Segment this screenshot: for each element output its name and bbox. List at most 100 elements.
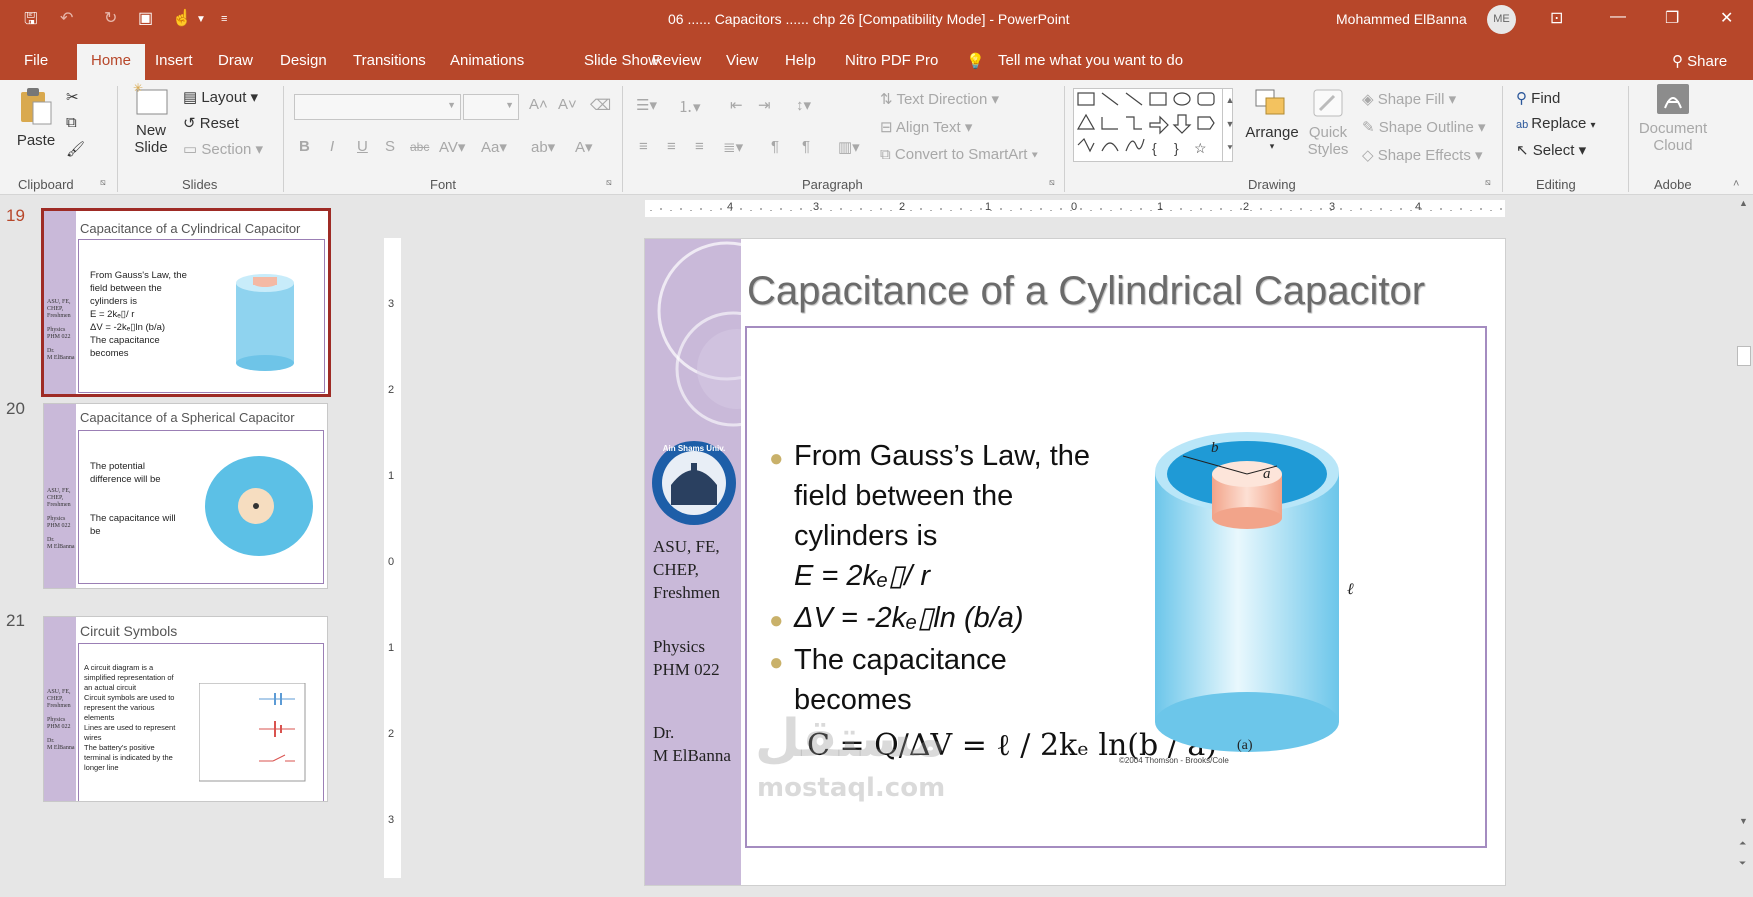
layout-button[interactable]: ▤ Layout ▾ xyxy=(183,88,258,106)
tab-home[interactable]: Home xyxy=(77,44,146,80)
undo-icon[interactable]: ↶ xyxy=(60,8,73,28)
avatar[interactable]: ME xyxy=(1487,5,1516,34)
new-slide-button[interactable]: ✳ New Slide xyxy=(128,81,174,156)
tab-review[interactable]: Review xyxy=(652,52,701,69)
scroll-up-icon[interactable]: ▲ xyxy=(1739,198,1748,208)
convert-smartart-button[interactable]: ⧉ Convert to SmartArt ▾ xyxy=(880,146,1038,163)
increase-indent-icon[interactable]: ⇥ xyxy=(758,96,771,114)
shape-outline-button[interactable]: ✎ Shape Outline ▾ xyxy=(1362,118,1486,136)
clear-formatting-icon[interactable]: ⌫ xyxy=(590,96,611,114)
find-button[interactable]: ⚲ Find xyxy=(1516,89,1560,107)
align-right-icon[interactable]: ≡ xyxy=(695,138,704,155)
tab-slide-show[interactable]: Slide Show xyxy=(584,52,659,69)
content-placeholder[interactable]: ● From Gauss’s Law, the field between th… xyxy=(745,326,1487,848)
text-direction-button[interactable]: ⇅ Text Direction ▾ xyxy=(880,90,999,108)
replace-button[interactable]: ab Replace ▾ xyxy=(1516,115,1596,132)
columns-icon[interactable]: ▥▾ xyxy=(838,138,860,156)
current-slide[interactable]: Ain Shams Univ. ASU, FE, CHEP, Freshmen … xyxy=(644,238,1506,886)
highlight-icon[interactable]: ab▾ xyxy=(531,138,555,156)
sphere-thumb-image xyxy=(205,456,313,556)
tab-design[interactable]: Design xyxy=(280,52,327,69)
line-spacing-icon[interactable]: ↕▾ xyxy=(796,96,811,114)
document-cloud-button[interactable]: Document Cloud xyxy=(1636,82,1710,154)
text-shadow-icon[interactable]: S xyxy=(385,138,395,155)
copy-icon[interactable]: ⧉ xyxy=(66,114,77,131)
arrange-button[interactable]: Arrange ▾ xyxy=(1244,86,1300,152)
align-left-icon[interactable]: ≡ xyxy=(639,138,648,155)
bold-icon[interactable]: B xyxy=(299,138,310,155)
tab-transitions[interactable]: Transitions xyxy=(353,52,426,69)
save-icon[interactable]: 🖫 xyxy=(24,8,38,35)
shapes-gallery[interactable]: {} ☆ xyxy=(1073,88,1233,162)
tab-help[interactable]: Help xyxy=(785,52,816,69)
scroll-thumb[interactable] xyxy=(1737,346,1751,366)
bullets-icon[interactable]: ☰▾ xyxy=(636,96,657,114)
underline-icon[interactable]: U xyxy=(357,138,368,155)
present-icon[interactable]: ▣ xyxy=(138,8,153,28)
paragraph-launcher-icon[interactable]: ⧅ xyxy=(1049,177,1055,188)
slide-thumbnail-20[interactable]: Capacitance of a Spherical Capacitor The… xyxy=(43,403,328,589)
next-slide-icon[interactable]: ⏷ xyxy=(1739,858,1746,869)
slide-title[interactable]: Capacitance of a Cylindrical Capacitor xyxy=(747,269,1425,314)
horizontal-ruler[interactable]: 4 3 2 1 0 1 2 3 4 xyxy=(645,200,1505,217)
change-case-icon[interactable]: Aa▾ xyxy=(481,138,507,156)
italic-icon[interactable]: I xyxy=(330,138,334,155)
select-button[interactable]: ↖ Select ▾ xyxy=(1516,141,1586,159)
editor-scrollbar[interactable]: ▲ ▼ ⏶ ⏷ xyxy=(1735,196,1753,897)
format-painter-icon[interactable]: 🖌 xyxy=(66,140,85,158)
numbering-icon[interactable]: ⒈▾ xyxy=(678,96,701,117)
font-launcher-icon[interactable]: ⧅ xyxy=(606,177,612,188)
section-icon: ▭ xyxy=(183,141,202,158)
new-slide-icon: ✳ xyxy=(133,81,168,115)
tell-me-search[interactable]: Tell me what you want to do xyxy=(998,52,1183,69)
justify-icon[interactable]: ≣▾ xyxy=(723,138,743,156)
quick-styles-button[interactable]: Quick Styles xyxy=(1302,86,1354,158)
customize-qat-icon[interactable]: ≡ xyxy=(221,13,227,25)
grow-font-icon[interactable]: A˄ xyxy=(529,96,548,113)
ltr-icon[interactable]: ¶ xyxy=(771,138,779,155)
share-button[interactable]: ⚲ Share xyxy=(1672,52,1727,70)
tab-view[interactable]: View xyxy=(726,52,758,69)
shapes-scroll[interactable]: ▲ ▼ ⯆ xyxy=(1222,88,1237,162)
drawing-launcher-icon[interactable]: ⧅ xyxy=(1485,177,1491,188)
user-name[interactable]: Mohammed ElBanna xyxy=(1336,11,1467,27)
collapse-ribbon-icon[interactable]: ˄ xyxy=(1733,178,1739,190)
touch-mode-icon[interactable]: ☝ xyxy=(172,8,192,28)
ribbon-display-icon[interactable]: ⊡ xyxy=(1550,8,1563,28)
minimize-icon[interactable]: — xyxy=(1610,8,1626,26)
align-text-button[interactable]: ⊟ Align Text ▾ xyxy=(880,118,972,136)
scroll-down-icon[interactable]: ▼ xyxy=(1739,816,1748,826)
char-spacing-icon[interactable]: AV▾ xyxy=(439,138,465,156)
vertical-ruler[interactable]: 3 2 1 0 1 2 3 xyxy=(384,238,401,878)
align-center-icon[interactable]: ≡ xyxy=(667,138,676,155)
shape-effects-button[interactable]: ◇ Shape Effects ▾ xyxy=(1362,146,1483,164)
previous-slide-icon[interactable]: ⏶ xyxy=(1739,838,1746,849)
close-icon[interactable]: ✕ xyxy=(1720,8,1733,28)
font-color-icon[interactable]: A▾ xyxy=(575,138,593,156)
separator xyxy=(283,86,284,192)
tab-insert[interactable]: Insert xyxy=(155,52,193,69)
reset-button[interactable]: ↺ Reset xyxy=(183,114,239,132)
circuit-symbols-image xyxy=(199,683,306,782)
shape-fill-button[interactable]: ◈ Shape Fill ▾ xyxy=(1362,90,1456,108)
thumb-text: From Gauss's Law, the field between the … xyxy=(90,270,187,359)
shrink-font-icon[interactable]: A˅ xyxy=(558,96,577,113)
restore-icon[interactable]: ❐ xyxy=(1665,8,1679,28)
font-family-combo[interactable]: ▼ xyxy=(294,94,461,120)
tab-animations[interactable]: Animations xyxy=(450,52,524,69)
cut-icon[interactable]: ✂ xyxy=(66,88,79,106)
touch-dropdown-icon[interactable]: ▼ xyxy=(196,14,206,25)
slide-thumbnail-19[interactable]: Capacitance of a Cylindrical Capacitor F… xyxy=(41,208,331,397)
section-button[interactable]: ▭ Section ▾ xyxy=(183,140,263,158)
tab-file[interactable]: File xyxy=(24,52,48,69)
paste-button[interactable]: Paste xyxy=(16,86,56,149)
clipboard-launcher-icon[interactable]: ⧅ xyxy=(100,177,106,188)
decrease-indent-icon[interactable]: ⇤ xyxy=(730,96,743,114)
tab-nitro[interactable]: Nitro PDF Pro xyxy=(845,52,938,69)
slide-thumbnail-21[interactable]: Circuit Symbols A circuit diagram is a s… xyxy=(43,616,328,802)
font-size-combo[interactable]: ▼ xyxy=(463,94,519,120)
rtl-icon[interactable]: ¶ xyxy=(802,138,810,155)
redo-icon[interactable]: ↻ xyxy=(104,8,117,28)
tab-draw[interactable]: Draw xyxy=(218,52,253,69)
strikethrough-icon[interactable]: abc xyxy=(410,140,429,154)
